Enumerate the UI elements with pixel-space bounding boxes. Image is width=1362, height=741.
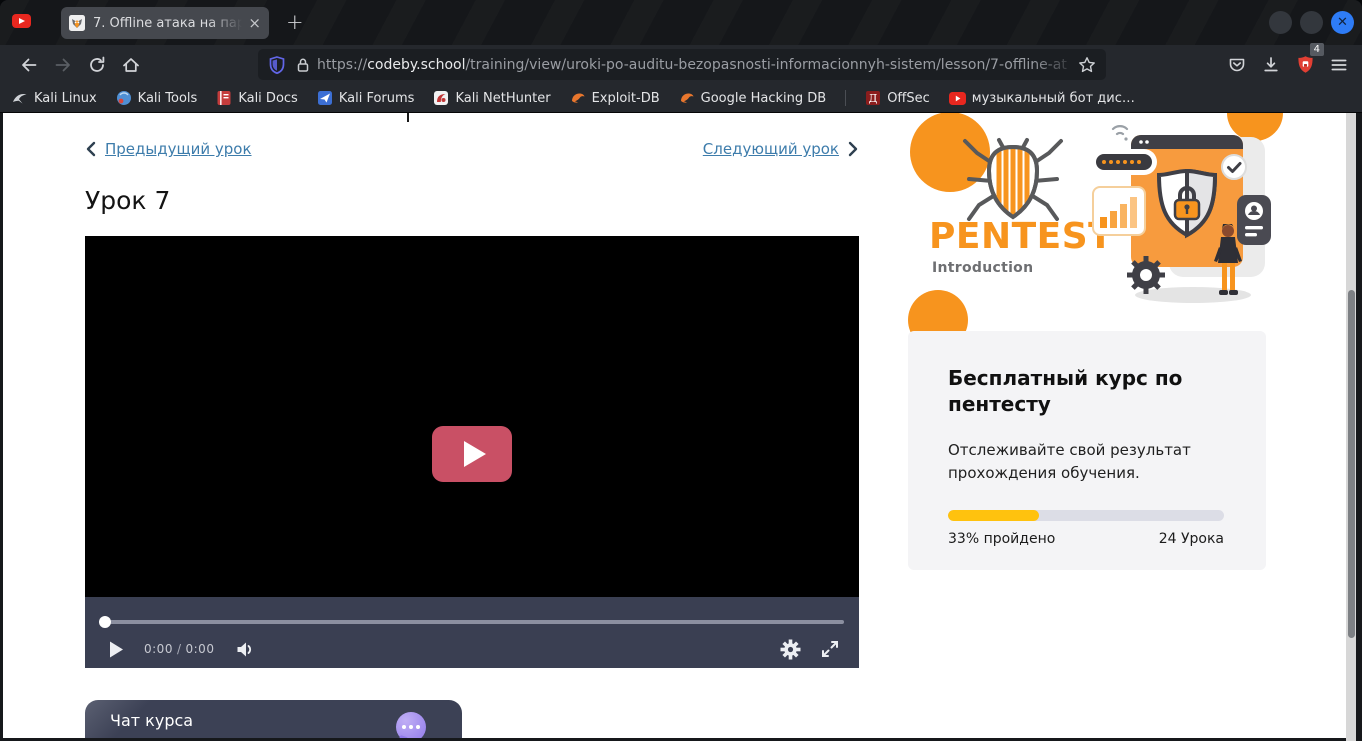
bookmark-kali-linux[interactable]: Kali Linux [12, 90, 97, 106]
course-card-title: Бесплатный курс по пентесту [948, 365, 1203, 417]
course-progress-card: Бесплатный курс по пентесту Отслеживайте… [908, 331, 1266, 570]
fullscreen-button[interactable] [821, 640, 839, 658]
kali-nethunter-icon [433, 90, 449, 106]
url-bar[interactable]: https://codeby.school/training/view/urok… [258, 49, 1106, 80]
chat-bubble-icon[interactable] [396, 712, 426, 738]
bookmark-exploit-db[interactable]: Exploit-DB [570, 90, 660, 106]
kali-tools-icon [116, 90, 132, 106]
reload-button[interactable] [80, 50, 114, 80]
url-text[interactable]: https://codeby.school/training/view/urok… [317, 57, 1078, 73]
youtube-icon [949, 92, 966, 105]
time-display: 0:00/0:00 [144, 642, 214, 656]
seek-handle[interactable] [99, 616, 111, 628]
brand-subtitle: Introduction [932, 260, 1033, 276]
brand-name: PENTEST [929, 216, 1113, 257]
course-progress-fill [948, 510, 1039, 521]
course-banner: PENTEST Introduction [908, 113, 1266, 320]
bookmark-kali-docs[interactable]: Kali Docs [216, 90, 298, 106]
bookmarks-separator [845, 90, 846, 106]
back-button[interactable] [12, 50, 46, 80]
google-hacking-db-icon [679, 90, 695, 106]
browser-tab[interactable]: 7. Offline атака на пароли × [61, 7, 269, 39]
bookmark-kali-nethunter[interactable]: Kali NetHunter [433, 90, 550, 106]
maximize-button[interactable] [1300, 11, 1323, 34]
adblock-extension-button[interactable]: 4 [1288, 50, 1322, 80]
clipped-heading-descender [407, 113, 409, 122]
bookmark-music-bot[interactable]: музыкальный бот дис… [949, 91, 1135, 106]
course-progress-bar [948, 510, 1224, 521]
kali-docs-icon [216, 90, 232, 106]
security-illustration [1091, 115, 1271, 307]
video-player: 0:00/0:00 [85, 236, 859, 668]
settings-gear-button[interactable] [780, 639, 801, 660]
url-domain: codeby.school [367, 57, 465, 73]
exploit-db-icon [570, 90, 586, 106]
menu-button[interactable] [1322, 50, 1356, 80]
navigation-toolbar: https://codeby.school/training/view/urok… [0, 45, 1362, 84]
pocket-button[interactable] [1220, 50, 1254, 80]
url-path: /training/view/uroki-po-auditu-bezopasno… [465, 57, 1066, 73]
offsec-icon: Д [865, 90, 881, 106]
close-button[interactable]: ✕ [1331, 11, 1354, 34]
course-card-description: Отслеживайте свой результат прохождения … [948, 439, 1193, 485]
volume-button[interactable] [236, 641, 256, 658]
bookmark-google-hacking-db[interactable]: Google Hacking DB [679, 90, 827, 106]
video-screen[interactable] [85, 236, 859, 597]
chat-title: Чат курса [110, 711, 193, 730]
previous-lesson-link[interactable]: Предыдущий урок [85, 140, 252, 158]
chevron-left-icon [85, 141, 96, 157]
bookmark-star-button[interactable] [1078, 56, 1096, 74]
codeby-owl-favicon-icon [69, 15, 85, 31]
next-lesson-link[interactable]: Следующий урок [703, 140, 859, 158]
kali-forums-icon [317, 90, 333, 106]
extension-badge: 4 [1310, 43, 1324, 56]
kali-dragon-icon [12, 90, 28, 106]
lock-icon[interactable] [295, 56, 311, 74]
pentest-spider-logo-icon [955, 137, 1071, 223]
titlebar: 7. Offline атака на пароли × + ✕ [0, 0, 1362, 45]
play-button[interactable] [109, 641, 124, 658]
url-protocol: https:// [317, 57, 367, 73]
toolbar-right-icons: 4 [1220, 45, 1356, 84]
seek-bar[interactable] [104, 620, 844, 624]
page-scrollbar[interactable] [1346, 113, 1356, 741]
chevron-right-icon [848, 141, 859, 157]
svg-text:Д: Д [869, 92, 878, 105]
duration: 0:00 [186, 642, 215, 656]
current-time: 0:00 [144, 642, 173, 656]
page-content: Предыдущий урок Следующий урок Урок 7 0:… [3, 113, 1346, 738]
minimize-button[interactable] [1269, 11, 1292, 34]
window-controls: ✕ [1269, 11, 1354, 34]
downloads-button[interactable] [1254, 50, 1288, 80]
bookmark-kali-tools[interactable]: Kali Tools [116, 90, 198, 106]
bookmark-kali-forums[interactable]: Kali Forums [317, 90, 415, 106]
lesson-title: Урок 7 [85, 186, 170, 215]
bookmarks-bar: Kali Linux Kali Tools Kali Docs Kali For… [0, 84, 1362, 113]
tab-close-button[interactable]: × [248, 16, 261, 31]
home-button[interactable] [114, 50, 148, 80]
bookmark-offsec[interactable]: Д OffSec [865, 90, 930, 106]
lessons-count-label: 24 Урока [1159, 531, 1224, 547]
big-play-button[interactable] [432, 426, 512, 482]
progress-percent-label: 33% пройдено [948, 531, 1055, 547]
red-shield-extension-icon [1296, 55, 1315, 74]
video-controls: 0:00/0:00 [85, 597, 859, 668]
new-tab-button[interactable]: + [286, 10, 304, 34]
page-scrollbar-thumb[interactable] [1348, 290, 1355, 638]
browser-window: 7. Offline атака на пароли × + ✕ [0, 0, 1362, 741]
forward-button[interactable] [46, 50, 80, 80]
tab-title: 7. Offline атака на пароли [93, 16, 242, 31]
youtube-pinned-tab-icon[interactable] [12, 14, 31, 28]
tracking-protection-shield-icon[interactable] [268, 55, 286, 75]
course-chat-widget[interactable]: Чат курса [85, 700, 462, 738]
